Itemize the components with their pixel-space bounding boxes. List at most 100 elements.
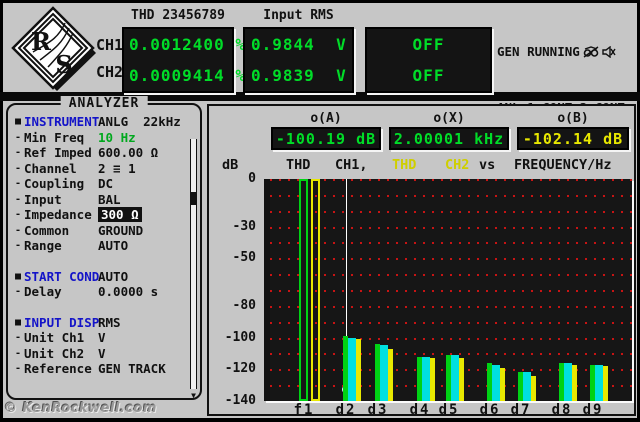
harmonic-bar-d9 [603,366,608,401]
menu-spacer [12,254,194,269]
gridline [270,274,632,276]
harmonic-bar-d7 [523,372,531,401]
harmonic-bar-d3 [388,349,393,401]
menu-item-min-freq[interactable]: -Min Freq10 Hz [12,130,194,146]
harmonic-bar-d5 [451,355,459,401]
harmonic-bar-d7 [531,376,536,401]
menu-item-value: RMS [98,315,121,330]
gridline [270,322,632,324]
input-rms-display: 0.9844 V 0.9839 V [243,27,354,93]
input-rms-ch1-value: 0.9844 V [245,29,352,60]
menu-item-label: Input [24,192,98,207]
x-tick-label-d8: d8 [545,402,579,418]
y-tick-label: -30 [214,219,256,234]
input-rms-ch2-value: 0.9839 V [245,60,352,91]
menu-item-unit-ch1[interactable]: -Unit Ch1V [12,330,194,346]
menu-item-value: GROUND [98,223,143,238]
readout-a-value: -100.19 dB [271,127,381,150]
menu-item-label: Delay [24,284,98,299]
scrollbar-down-arrow-icon[interactable]: ▼ [189,391,198,400]
analyzer-panel-title: ANALYZER [61,96,148,111]
menu-item-label: Coupling [24,176,98,191]
menu-item-coupling[interactable]: -CouplingDC [12,176,194,192]
menu-item-label: Channel [24,161,98,176]
chart-title-thd1: THD [286,157,310,173]
gen-status: GEN RUNNING [497,43,635,63]
menu-item-value: V [98,346,106,361]
harmonic-bar-d5 [459,358,464,401]
analyzer-panel: ANALYZER ■INSTRUMENTANLG 22kHz-Min Freq1… [6,103,202,400]
cursor-line[interactable] [346,179,347,336]
menu-item-value: 10 Hz [98,130,136,145]
rohde-schwarz-logo: R S [8,5,98,93]
menu-item-instrument[interactable]: ■INSTRUMENTANLG 22kHz [12,114,194,130]
menu-item-label: Unit Ch2 [24,346,98,361]
gridline [270,338,632,340]
menu-item-ref-imped[interactable]: -Ref Imped600.00 Ω [12,145,194,161]
gridline [270,179,632,181]
menu-item-value: AUTO [98,238,128,253]
item-dash-icon: - [12,163,24,174]
menu-item-value: GEN TRACK [98,361,166,376]
menu-item-label: INPUT DISP [24,315,98,330]
y-tick-label: -100 [214,330,256,345]
harmonic-bar-d3 [380,345,388,401]
y-tick-label: -140 [214,393,256,408]
menu-item-value: BAL [98,192,121,207]
menu-item-input[interactable]: -InputBAL [12,192,194,208]
scrollbar-thumb[interactable] [191,192,196,205]
analyzer-scrollbar[interactable] [190,139,197,389]
gridline [270,258,632,260]
y-tick-label: -50 [214,250,256,265]
menu-item-unit-ch2[interactable]: -Unit Ch2V [12,346,194,362]
aux-ch1-value: OFF [367,29,490,60]
menu-item-range[interactable]: -RangeAUTO [12,238,194,254]
thd-display-label: THD 23456789 [122,8,234,23]
gridline [270,195,632,197]
svg-text:S: S [55,50,72,79]
item-dash-icon: - [12,348,24,359]
menu-item-value: 0.0000 s [98,284,158,299]
menu-item-common[interactable]: -CommonGROUND [12,223,194,239]
svg-text:R: R [31,27,52,56]
menu-item-delay[interactable]: -Delay0.0000 s [12,284,194,300]
menu-item-value: AUTO [98,269,128,284]
menu-spacer [12,300,194,315]
menu-item-label: Range [24,238,98,253]
menu-item-value: DC [98,176,113,191]
gridline [270,306,632,308]
gridline [270,227,632,229]
section-bullet-icon: ■ [12,317,24,328]
instrument-screen: R S CH1 CH2 THD 23456789 0.0012400 % 0.0… [0,0,640,422]
aux-ch2-value: OFF [367,60,490,91]
menu-item-value: ANLG 22kHz [98,114,181,129]
x-tick-label-d9: d9 [576,402,610,418]
analyzer-menu: ■INSTRUMENTANLG 22kHz-Min Freq10 Hz-Ref … [12,114,194,377]
ch2-label: CH2 [96,63,123,81]
harmonic-bar-d2 [356,339,361,401]
menu-item-input-disp[interactable]: ■INPUT DISPRMS [12,315,194,331]
x-tick-label-d3: d3 [361,402,395,418]
bargraph-plot-area [264,179,632,401]
menu-item-reference[interactable]: -ReferenceGEN TRACK [12,361,194,377]
y-tick-label: 0 [214,171,256,186]
item-dash-icon: - [12,194,24,205]
menu-item-label: Ref Imped [24,145,98,160]
chart-title-ch1: CH1, [335,157,368,173]
y-tick-label: -120 [214,361,256,376]
fundamental-bar-outline [299,179,308,401]
thd-ch1-value: 0.0012400 % [124,29,232,60]
harmonic-bar-d9 [595,365,603,401]
item-dash-icon: - [12,225,24,236]
x-tick-label-f1: f1 [287,402,321,418]
menu-item-channel[interactable]: -Channel2 ≡ 1 [12,161,194,177]
harmonic-bar-d8 [564,363,572,401]
menu-item-value: 300 Ω [98,207,142,222]
item-dash-icon: - [12,147,24,158]
harmonic-bar-d4 [422,357,430,401]
readout-b-value: -102.14 dB [517,127,629,150]
menu-item-impedance[interactable]: -Impedance300 Ω [12,207,194,223]
menu-item-label: Impedance [24,207,98,222]
menu-item-start-cond[interactable]: ■START CONDAUTO [12,269,194,285]
menu-item-value: V [98,330,106,345]
